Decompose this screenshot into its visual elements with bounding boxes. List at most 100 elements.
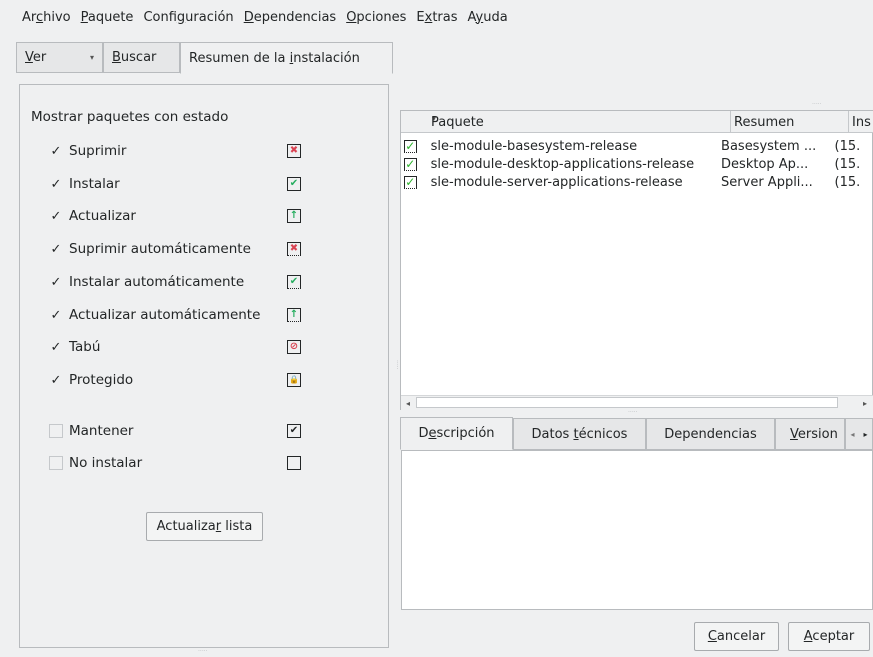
filter-label: Tabú xyxy=(69,339,101,355)
filter-no-instalar[interactable]: No instalar xyxy=(49,453,319,473)
tab-scroll-buttons[interactable]: ◂ ▸ xyxy=(845,418,873,450)
tab-versiones[interactable]: Version xyxy=(775,418,845,450)
column-header-paquete[interactable]: Paquete xyxy=(401,111,731,133)
tab-versiones-label: Version xyxy=(790,426,838,442)
menu-dependencias[interactable]: Dependencias xyxy=(244,10,337,25)
delete-icon: ✖ xyxy=(287,144,301,158)
menu-extras[interactable]: Extras xyxy=(416,10,457,25)
filter-actualizar[interactable]: ✓ Actualizar xyxy=(49,206,319,226)
filter-checkbox[interactable] xyxy=(49,424,63,438)
filter-protegido[interactable]: ✓ Protegido xyxy=(49,370,319,390)
filter-tabu[interactable]: ✓ Tabú xyxy=(49,337,319,357)
filter-checkbox[interactable]: ✓ xyxy=(49,373,63,387)
auto-delete-icon: ✖ xyxy=(287,242,301,256)
column-header-resumen[interactable]: Resumen xyxy=(731,111,849,133)
package-table[interactable] xyxy=(400,110,873,410)
package-table-header: ▾ Paquete Resumen Ins xyxy=(401,111,873,133)
table-row[interactable]: ✓ sle-module-basesystem-release Basesyst… xyxy=(401,138,873,154)
install-icon: ✔ xyxy=(287,177,301,191)
tab-descripcion[interactable]: Descripción xyxy=(400,417,513,450)
lock-icon: 🔒 xyxy=(287,373,301,387)
menu-configuracion[interactable]: Configuración xyxy=(143,10,233,25)
description-area[interactable] xyxy=(401,450,873,610)
package-installed-version: (15. xyxy=(834,138,861,154)
tab-ver-label: Ver xyxy=(25,50,47,65)
menu-ayuda[interactable]: Ayuda xyxy=(468,10,508,25)
package-summary: Desktop Ap... xyxy=(721,156,809,172)
filter-checkbox[interactable]: ✓ xyxy=(49,340,63,354)
filter-suprimir[interactable]: ✓ Suprimir xyxy=(49,141,319,161)
taboo-icon: ⊘ xyxy=(287,340,301,354)
keep-icon: ✔ xyxy=(287,424,301,438)
filter-checkbox[interactable]: ✓ xyxy=(49,308,63,322)
filter-checkbox[interactable]: ✓ xyxy=(49,144,63,158)
filter-label: Actualizar xyxy=(69,208,136,224)
menu-paquete[interactable]: Paquete xyxy=(81,10,134,25)
filter-suprimir-auto[interactable]: ✓ Suprimir automáticamente xyxy=(49,239,319,259)
tab-datos-tecnicos[interactable]: Datos técnicos xyxy=(513,418,646,450)
scroll-left-icon[interactable]: ◂ xyxy=(401,396,415,410)
filter-label: Mantener xyxy=(69,423,134,439)
filter-checkbox[interactable]: ✓ xyxy=(49,275,63,289)
tab-ver[interactable]: Ver ▾ xyxy=(16,42,103,73)
tab-dependencias-label: Dependencias xyxy=(664,426,757,442)
column-label: Paquete xyxy=(431,114,484,130)
filter-actualizar-auto[interactable]: ✓ Actualizar automáticamente xyxy=(49,305,319,325)
filter-checkbox[interactable]: ✓ xyxy=(49,209,63,223)
filter-checkbox[interactable]: ✓ xyxy=(49,177,63,191)
filter-panel xyxy=(19,84,389,648)
install-icon[interactable]: ✓ xyxy=(404,175,417,189)
filter-heading: Mostrar paquetes con estado xyxy=(31,109,229,125)
tab-resumen-instalacion[interactable]: Resumen de la instalación xyxy=(180,42,393,74)
accept-button[interactable]: Aceptar xyxy=(788,622,870,651)
no-install-icon xyxy=(287,456,301,470)
filter-label: Suprimir xyxy=(69,143,127,159)
tab-scroll-right-icon[interactable]: ▸ xyxy=(863,430,867,439)
filter-checkbox[interactable]: ✓ xyxy=(49,242,63,256)
column-label: Resumen xyxy=(734,114,795,130)
filter-label: Instalar xyxy=(69,176,120,192)
column-header-instalado[interactable]: Ins xyxy=(849,111,873,133)
scroll-right-icon[interactable]: ▸ xyxy=(858,396,872,410)
tab-descripcion-label: Descripción xyxy=(418,426,495,441)
filter-checkbox[interactable] xyxy=(49,456,63,470)
splitter-grip-icon[interactable]: ····· xyxy=(198,648,208,655)
menu-opciones[interactable]: Opciones xyxy=(346,10,406,25)
column-label: Ins xyxy=(852,114,871,130)
filter-label: Instalar automáticamente xyxy=(69,274,245,290)
cancel-button-label: Cancelar xyxy=(707,629,766,644)
tab-datos-tecnicos-label: Datos técnicos xyxy=(531,426,628,442)
filter-mantener[interactable]: Mantener xyxy=(49,421,319,441)
filter-label: Suprimir automáticamente xyxy=(69,241,251,257)
install-icon[interactable]: ✓ xyxy=(404,139,417,153)
filter-instalar[interactable]: ✓ Instalar xyxy=(49,174,319,194)
filter-label: Actualizar automáticamente xyxy=(69,307,261,323)
scrollbar-thumb[interactable] xyxy=(416,397,838,408)
refresh-list-label: Actualizar lista xyxy=(156,519,253,534)
dropdown-arrow-icon: ▾ xyxy=(89,53,94,62)
refresh-list-button[interactable]: Actualizar lista xyxy=(146,512,263,541)
package-summary: Server Appli... xyxy=(721,174,813,190)
splitter-grip-icon[interactable]: ····· xyxy=(393,360,400,370)
package-name: sle-module-basesystem-release xyxy=(430,138,638,154)
menu-archivo[interactable]: Archivo xyxy=(22,10,71,25)
splitter-grip-icon[interactable]: ····· xyxy=(628,409,638,416)
filter-label: Protegido xyxy=(69,372,134,388)
table-row[interactable]: ✓ sle-module-server-applications-release… xyxy=(401,174,873,190)
filter-label: No instalar xyxy=(69,455,143,471)
install-icon[interactable]: ✓ xyxy=(404,157,417,171)
auto-install-icon: ✔ xyxy=(287,275,301,289)
update-icon: ↑ xyxy=(287,209,301,223)
package-installed-version: (15. xyxy=(834,156,861,172)
splitter-grip-icon[interactable]: ····· xyxy=(812,101,822,108)
tab-scroll-left-icon[interactable]: ◂ xyxy=(850,430,854,439)
tab-dependencias[interactable]: Dependencias xyxy=(646,418,775,450)
tab-buscar[interactable]: Buscar xyxy=(103,42,180,73)
package-name: sle-module-desktop-applications-release xyxy=(430,156,695,172)
accept-button-label: Aceptar xyxy=(803,629,855,644)
cancel-button[interactable]: Cancelar xyxy=(694,622,779,651)
filter-instalar-auto[interactable]: ✓ Instalar automáticamente xyxy=(49,272,319,292)
tab-buscar-label: Buscar xyxy=(112,50,157,65)
table-row[interactable]: ✓ sle-module-desktop-applications-releas… xyxy=(401,156,873,172)
package-installed-version: (15. xyxy=(834,174,861,190)
